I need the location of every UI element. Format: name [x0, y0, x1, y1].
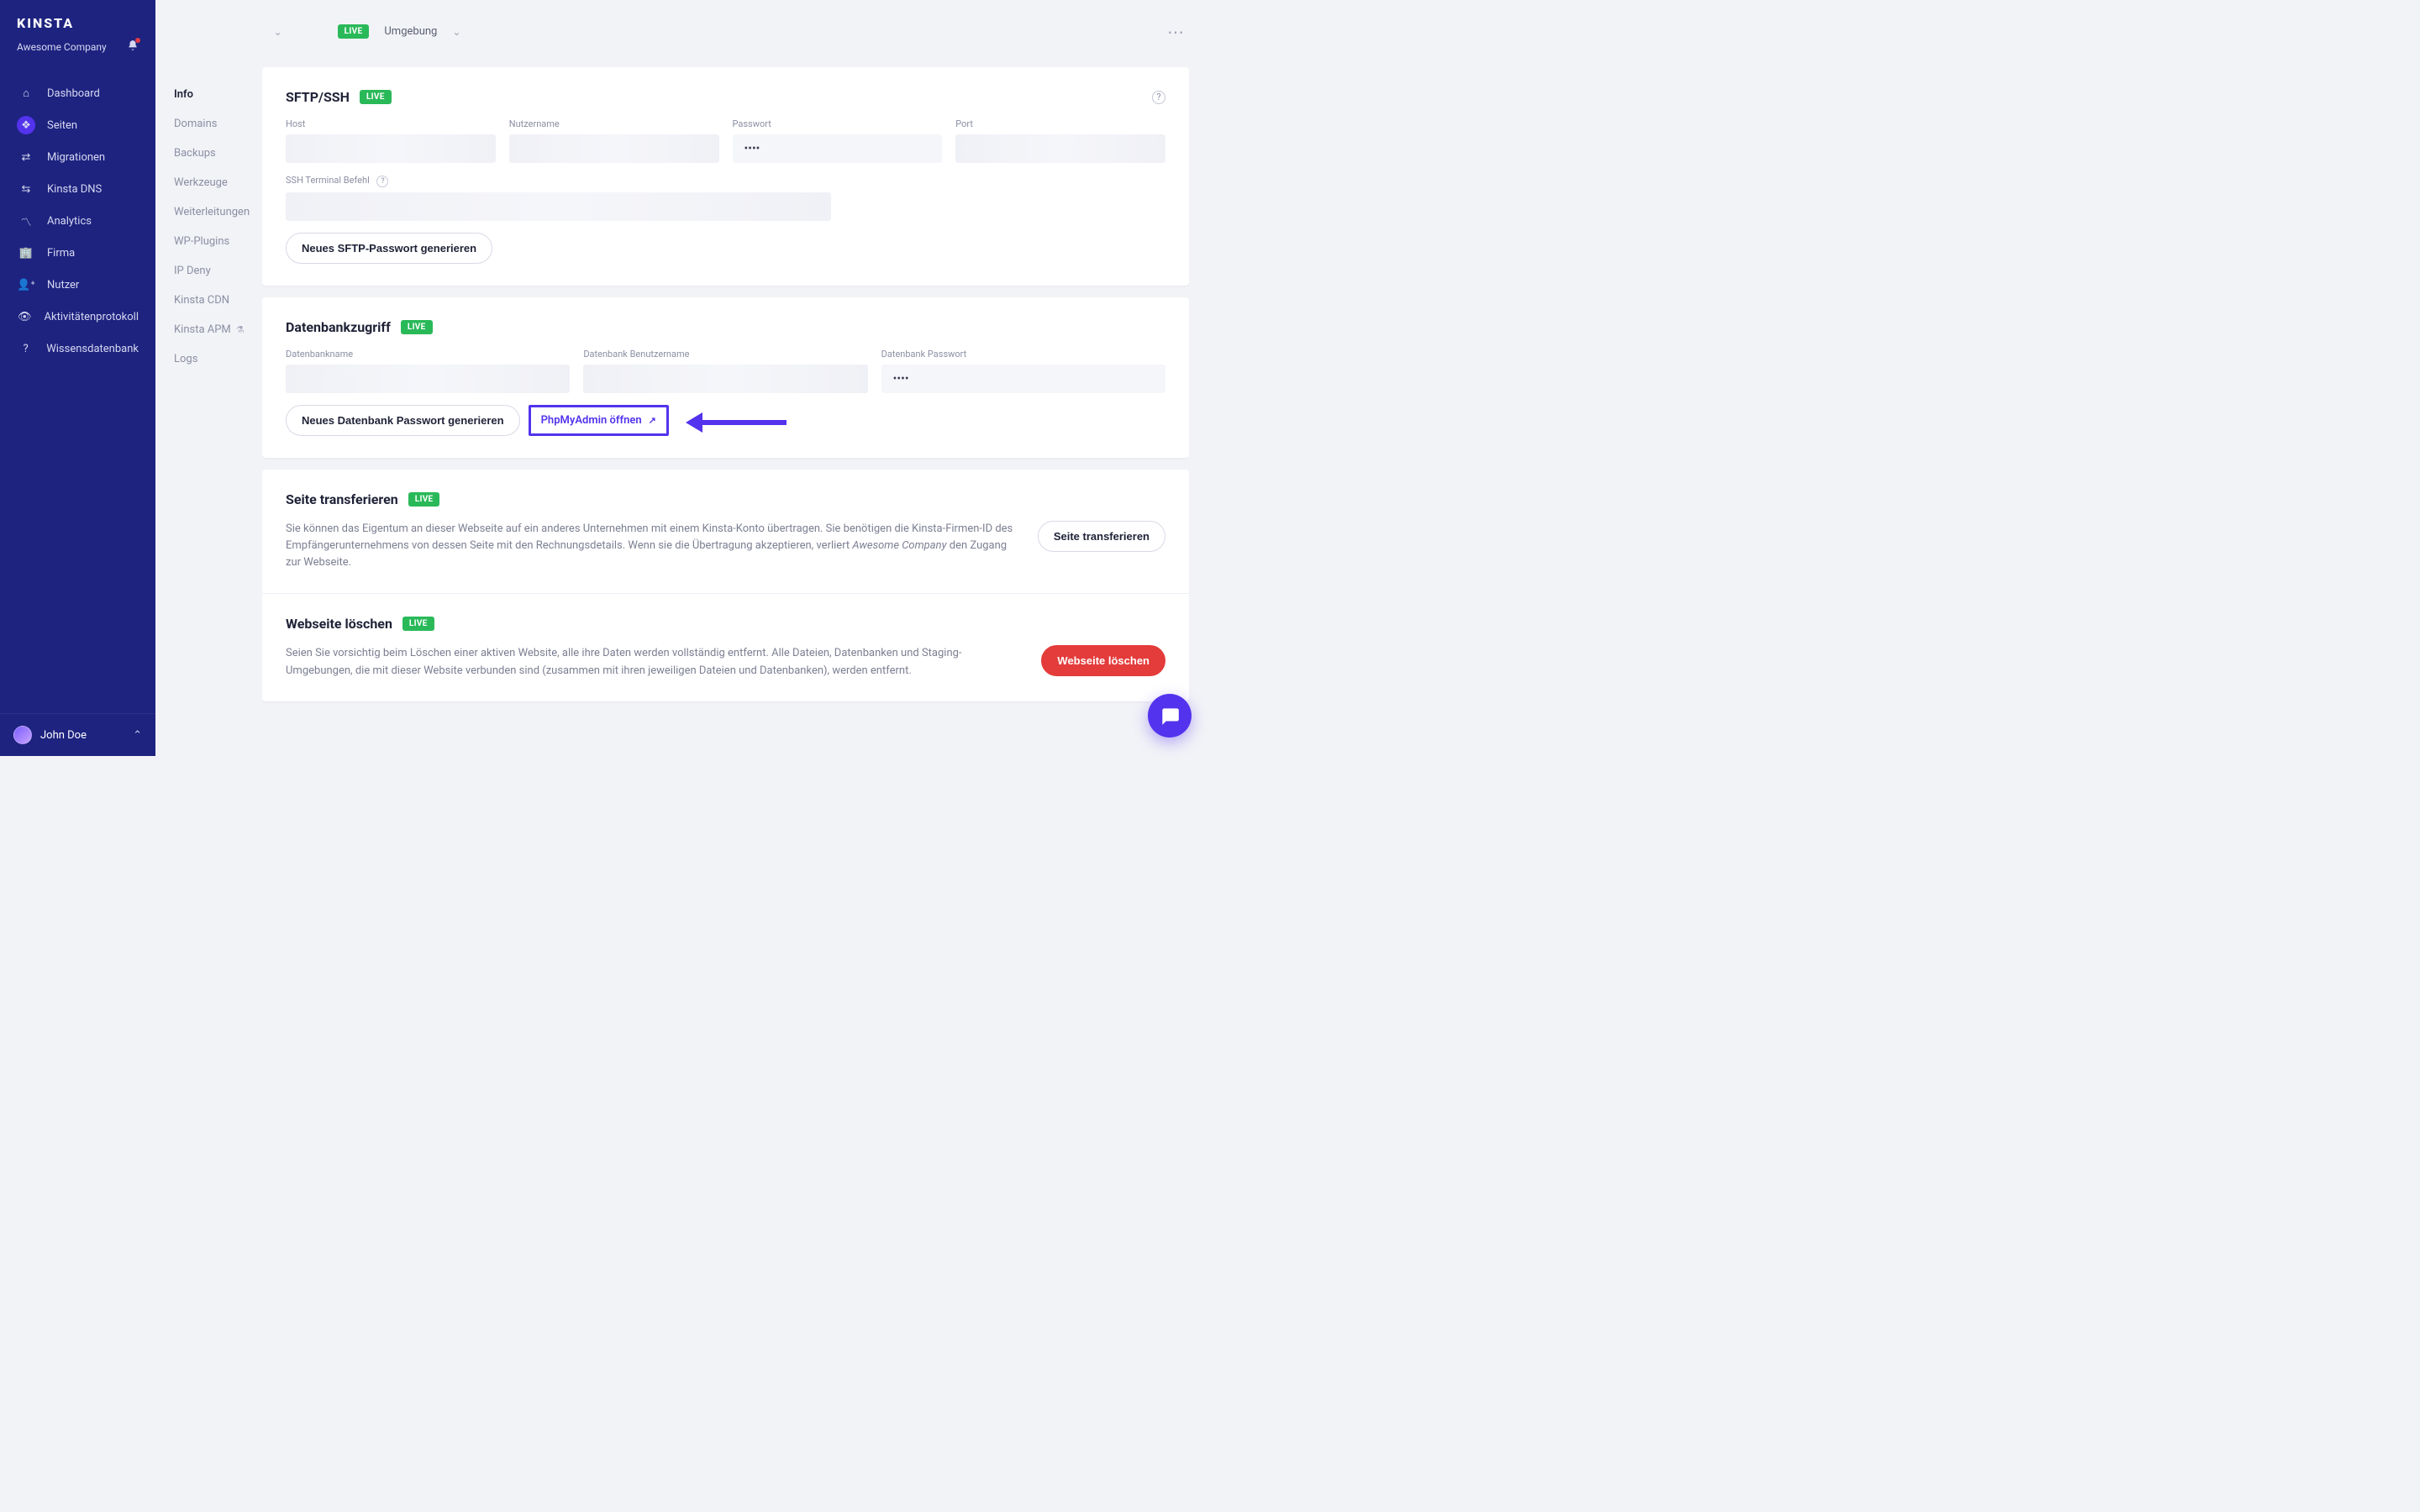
- activity-icon: 👁: [17, 307, 33, 326]
- phpmyadmin-button[interactable]: PhpMyAdmin öffnen ↗: [529, 405, 669, 436]
- company-icon: 🏢: [17, 244, 35, 262]
- sftp-user-value[interactable]: [509, 134, 719, 163]
- transfer-badge: LIVE: [408, 492, 440, 507]
- db-user-label: Datenbank Benutzername: [583, 349, 867, 360]
- nav-label: Analytics: [47, 215, 92, 228]
- tab-kinsta-cdn[interactable]: Kinsta CDN: [155, 286, 262, 315]
- nav-item-company[interactable]: 🏢 Firma: [0, 237, 155, 269]
- analytics-icon: 〽: [17, 212, 35, 230]
- tab-weiterleitungen[interactable]: Weiterleitungen: [155, 197, 262, 227]
- db-name-label: Datenbankname: [286, 349, 570, 360]
- sftp-pw-value[interactable]: ••••: [733, 134, 943, 163]
- db-pw-value[interactable]: ••••: [881, 365, 1165, 393]
- regen-sftp-button[interactable]: Neues SFTP-Passwort generieren: [286, 233, 492, 264]
- nav-item-analytics[interactable]: 〽 Analytics: [0, 205, 155, 237]
- transfer-button[interactable]: Seite transferieren: [1038, 521, 1165, 552]
- site-dropdown-icon[interactable]: ⌄: [274, 26, 282, 38]
- main-nav: ⌂ Dashboard ❖ Seiten ⇄ Migrationen ⇆ Kinsta DNS…: [0, 77, 155, 365]
- nav-label: Wissensdatenbank: [46, 343, 139, 355]
- nav-item-activity[interactable]: 👁 Aktivitätenprotokoll: [0, 301, 155, 333]
- nav-label: Aktivitätenprotokoll: [45, 311, 139, 323]
- delete-button[interactable]: Webseite löschen: [1041, 645, 1165, 676]
- tab-werkzeuge[interactable]: Werkzeuge: [155, 168, 262, 197]
- users-icon: 👤⁺: [17, 276, 35, 294]
- tab-info[interactable]: Info: [155, 80, 262, 109]
- env-label: Umgebung: [384, 25, 437, 38]
- nav-label: Dashboard: [47, 87, 100, 100]
- ssh-label: SSH Terminal Befehl ?: [286, 175, 831, 187]
- env-dropdown-icon[interactable]: ⌄: [452, 26, 460, 38]
- delete-title: Webseite löschen: [286, 616, 392, 632]
- notifications-icon[interactable]: [127, 39, 139, 54]
- tab-backups[interactable]: Backups: [155, 139, 262, 168]
- delete-text: Seien Sie vorsichtig beim Löschen einer …: [286, 645, 1021, 679]
- db-title: Datenbankzugriff: [286, 319, 391, 335]
- sftp-pw-label: Passwort: [733, 118, 943, 129]
- more-menu-icon[interactable]: ⋯: [1167, 22, 1185, 42]
- tab-ip-deny[interactable]: IP Deny: [155, 256, 262, 286]
- nav-label: Migrationen: [47, 151, 105, 164]
- regen-db-button[interactable]: Neues Datenbank Passwort generieren: [286, 405, 520, 436]
- sftp-user-label: Nutzername: [509, 118, 719, 129]
- tab-logs[interactable]: Logs: [155, 344, 262, 374]
- nav-item-dns[interactable]: ⇆ Kinsta DNS: [0, 173, 155, 205]
- host-value[interactable]: [286, 134, 496, 163]
- env-badge: LIVE: [338, 24, 370, 39]
- site-tabs: InfoDomainsBackupsWerkzeugeWeiterleitung…: [155, 0, 262, 756]
- sftp-panel: SFTP/SSH LIVE ? Host Nutzername Passwort…: [262, 67, 1189, 286]
- site-header: kinstalife ⌄ LIVE Umgebung ⌄ ⋯: [155, 0, 1210, 63]
- db-user-value[interactable]: [583, 365, 867, 393]
- nav-label: Seiten: [47, 119, 77, 132]
- db-badge: LIVE: [401, 320, 433, 334]
- company-name: Awesome Company: [17, 41, 107, 53]
- help-icon[interactable]: ?: [1152, 91, 1165, 104]
- transfer-title: Seite transferieren: [286, 491, 398, 507]
- ssh-value[interactable]: [286, 192, 831, 221]
- dashboard-icon: ⌂: [17, 84, 35, 102]
- main-content: SFTP/SSH LIVE ? Host Nutzername Passwort…: [262, 67, 1189, 735]
- nav-label: Firma: [47, 247, 75, 260]
- tab-kinsta-apm[interactable]: Kinsta APM⚗: [155, 315, 262, 344]
- db-panel: Datenbankzugriff LIVE Datenbankname Date…: [262, 297, 1189, 458]
- beta-icon: ⚗: [236, 324, 245, 335]
- chat-button[interactable]: [1148, 694, 1192, 738]
- nav-item-kb[interactable]: ? Wissensdatenbank: [0, 333, 155, 365]
- delete-badge: LIVE: [402, 617, 434, 631]
- nav-label: Nutzer: [47, 279, 79, 291]
- chevron-up-icon: ⌃: [133, 729, 142, 742]
- sidebar: KINSTA Awesome Company ⌂ Dashboard ❖ Seiten…: [0, 0, 155, 756]
- avatar: [13, 726, 32, 744]
- port-label: Port: [955, 118, 1165, 129]
- transfer-text: Sie können das Eigentum an dieser Websei…: [286, 521, 1018, 571]
- nav-label: Kinsta DNS: [47, 183, 102, 196]
- dns-icon: ⇆: [17, 180, 35, 198]
- notification-dot: [135, 38, 140, 43]
- arrow-annotation: [686, 417, 786, 424]
- sftp-badge: LIVE: [360, 90, 392, 104]
- nav-item-dashboard[interactable]: ⌂ Dashboard: [0, 77, 155, 109]
- user-menu[interactable]: John Doe ⌃: [0, 713, 155, 756]
- host-label: Host: [286, 118, 496, 129]
- tab-domains[interactable]: Domains: [155, 109, 262, 139]
- tab-wp-plugins[interactable]: WP-Plugins: [155, 227, 262, 256]
- sites-icon: ❖: [17, 116, 35, 134]
- nav-item-users[interactable]: 👤⁺ Nutzer: [0, 269, 155, 301]
- port-value[interactable]: [955, 134, 1165, 163]
- kb-icon: ?: [17, 339, 34, 358]
- db-pw-label: Datenbank Passwort: [881, 349, 1165, 360]
- sftp-title: SFTP/SSH: [286, 89, 350, 105]
- info-icon[interactable]: ?: [376, 176, 388, 187]
- user-name: John Doe: [40, 729, 87, 742]
- db-name-value[interactable]: [286, 365, 570, 393]
- nav-item-sites[interactable]: ❖ Seiten: [0, 109, 155, 141]
- brand-logo: KINSTA: [17, 15, 139, 31]
- nav-item-migrations[interactable]: ⇄ Migrationen: [0, 141, 155, 173]
- transfer-delete-panel: Seite transferieren LIVE Sie können das …: [262, 470, 1189, 701]
- external-link-icon: ↗: [649, 415, 656, 426]
- migrations-icon: ⇄: [17, 148, 35, 166]
